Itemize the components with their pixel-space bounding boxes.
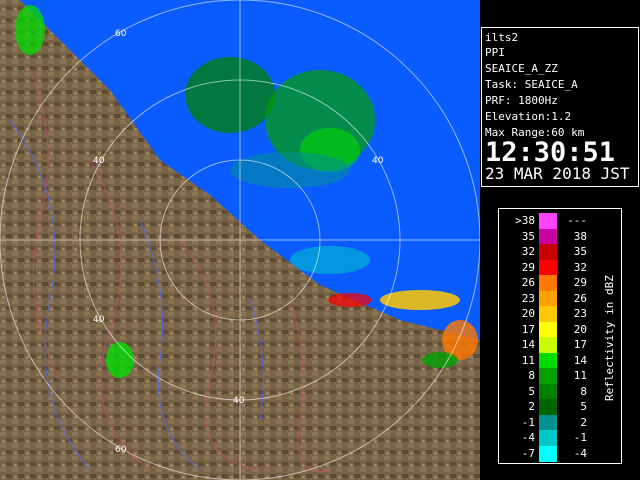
legend-high-value: 29	[573, 276, 587, 289]
legend-swatch	[539, 352, 557, 369]
legend-high-value: 38	[573, 229, 587, 243]
legend-high-value: 8	[580, 384, 587, 398]
legend-swatch	[539, 414, 557, 431]
legend-swatch	[539, 259, 557, 276]
legend-swatch	[539, 213, 557, 229]
legend-swatch	[539, 306, 557, 322]
site-name: ilts2	[485, 31, 519, 44]
legend-swatch	[539, 337, 557, 353]
legend-row: 29 32	[499, 259, 599, 276]
legend-row: -1 2	[499, 414, 599, 431]
legend-low-value: 35	[521, 229, 535, 243]
legend-axis-label: Reflectivity in dBZ	[603, 275, 616, 401]
legend-row: 32 35	[499, 244, 599, 260]
legend-low-value: 5	[528, 384, 535, 398]
legend-high-value: 23	[573, 307, 587, 320]
legend-high-value: 17	[573, 338, 587, 351]
legend-row: 14 17	[499, 337, 599, 353]
legend-low-value: 26	[521, 276, 535, 289]
legend-row: 58	[499, 383, 599, 400]
legend-row: 26 29	[499, 275, 599, 291]
legend-low-value: 20	[521, 307, 535, 320]
legend-low-value: 14	[521, 338, 535, 351]
legend-high-value: 2	[580, 415, 587, 429]
range-label: 40	[372, 156, 384, 166]
product-name: SEAICE_A_ZZ	[485, 62, 558, 75]
legend-row: 35 38	[499, 228, 599, 245]
prf-value: PRF: 1800Hz	[485, 94, 558, 107]
scan-date: 23 MAR 2018 JST	[485, 164, 630, 183]
legend-row: -7 -4	[499, 445, 599, 462]
legend-row: 25	[499, 399, 599, 415]
legend-high-value: 11	[573, 369, 587, 382]
legend-high-value: -1	[573, 431, 587, 444]
legend-high-value: 14	[573, 353, 587, 367]
radar-info-panel: ilts2 PPI SEAICE_A_ZZ Task: SEAICE_A PRF…	[481, 27, 639, 187]
legend-low-value: 8	[528, 369, 535, 382]
legend-low-value: 29	[521, 260, 535, 274]
legend-high-value: -4	[573, 446, 587, 460]
legend-low-value: 2	[528, 400, 535, 413]
legend-swatch	[539, 368, 557, 384]
legend-high-value: 20	[573, 322, 587, 336]
legend-swatch	[539, 445, 557, 462]
reflectivity-legend: >38 --- 35 38 32 35 29 32 26 29 23 26 20 23 17 20 14 17 11…	[498, 208, 622, 464]
legend-low-value: 23	[521, 291, 535, 305]
legend-row: 17 20	[499, 321, 599, 338]
legend-swatch	[539, 244, 557, 260]
legend-high-value: 26	[573, 291, 587, 305]
legend-high-value: 35	[573, 245, 587, 258]
legend-low-value: 17	[521, 322, 535, 336]
legend-swatch	[539, 399, 557, 415]
task-name: Task: SEAICE_A	[485, 78, 578, 91]
legend-low-value: 11	[521, 353, 535, 367]
legend-row: 11 14	[499, 352, 599, 369]
legend-swatch	[539, 275, 557, 291]
range-label: 40	[93, 315, 105, 325]
legend-low-value: -1	[521, 415, 535, 429]
legend-swatch	[539, 228, 557, 245]
radar-map: 60 40 40 40 40 60	[0, 0, 480, 480]
legend-swatch	[539, 321, 557, 338]
elevation-value: Elevation:1.2	[485, 110, 572, 123]
legend-row: 8 11	[499, 368, 599, 384]
legend-row: -4 -1	[499, 430, 599, 446]
legend-swatch	[539, 383, 557, 400]
legend-high-value: ---	[567, 214, 587, 227]
legend-row: 23 26	[499, 290, 599, 307]
range-label: 40	[93, 156, 105, 166]
range-label: 40	[233, 396, 245, 406]
range-label: 60	[115, 29, 127, 39]
range-label: 60	[115, 445, 127, 455]
legend-low-value: 32	[521, 245, 535, 258]
legend-low-value: -4	[521, 431, 535, 444]
scan-mode: PPI	[485, 46, 505, 59]
legend-row: 20 23	[499, 306, 599, 322]
legend-high-value: 5	[580, 400, 587, 413]
legend-low-value: >38	[515, 214, 535, 227]
legend-swatch	[539, 290, 557, 307]
legend-low-value: -7	[521, 446, 535, 460]
legend-high-value: 32	[573, 260, 587, 274]
legend-row: >38 ---	[499, 213, 599, 229]
legend-swatch	[539, 430, 557, 446]
